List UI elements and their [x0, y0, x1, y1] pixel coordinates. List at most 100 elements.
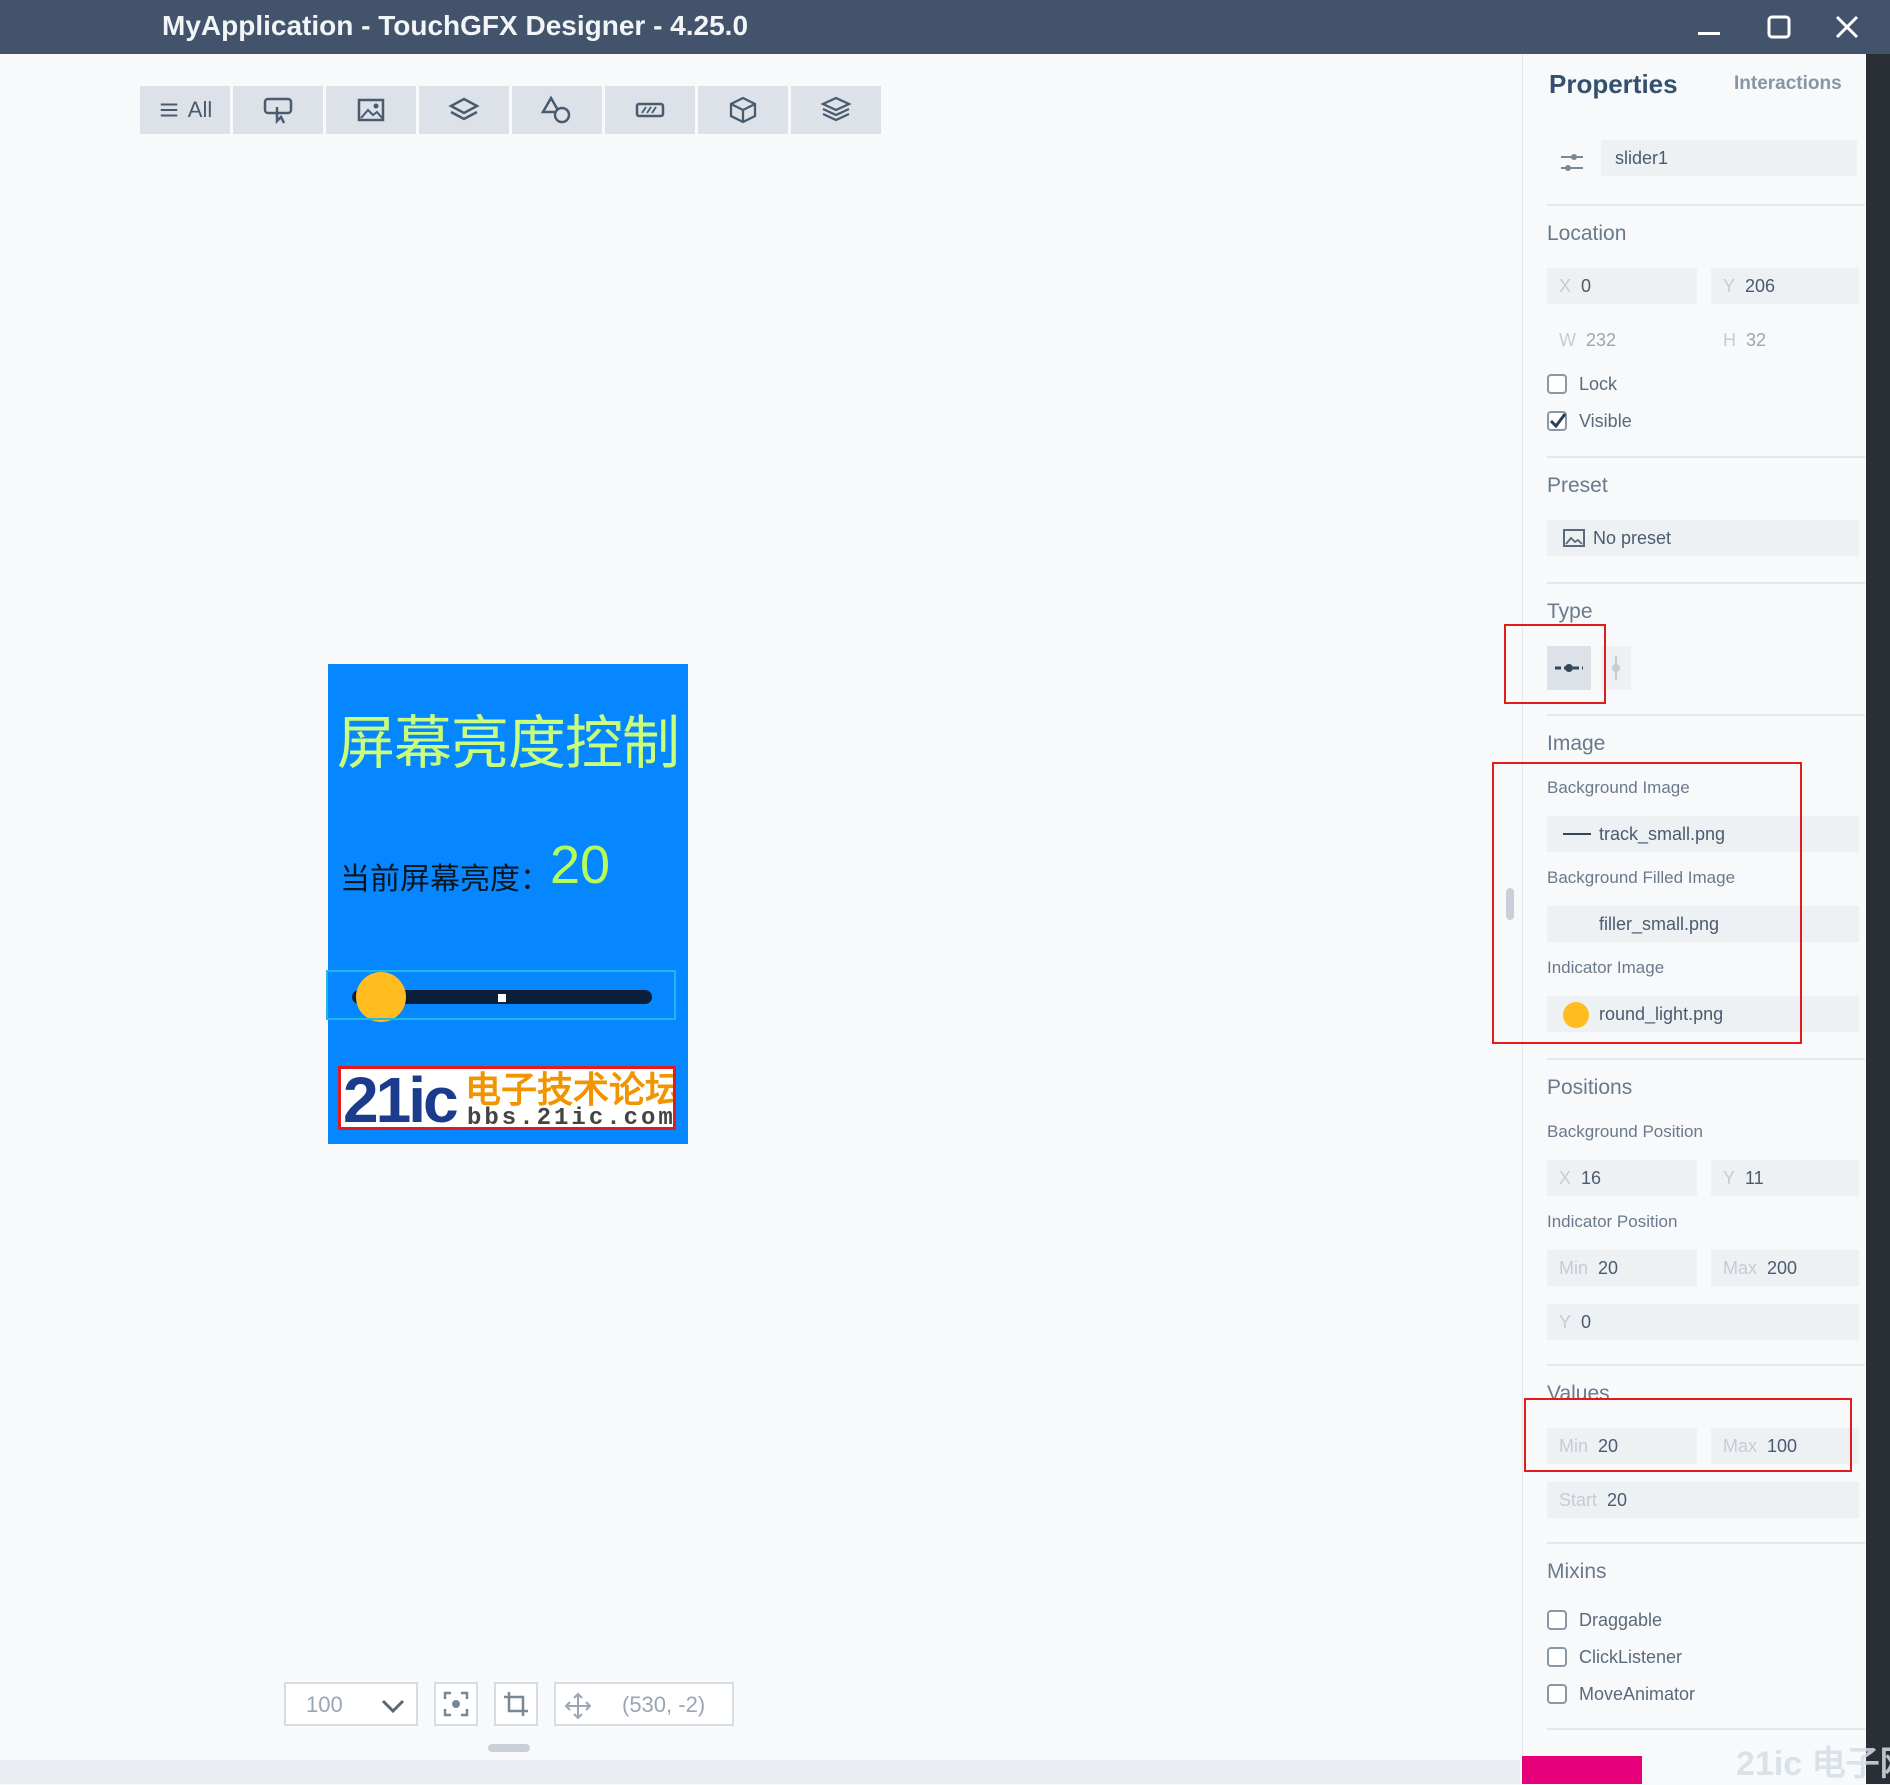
- clicklistener-label: ClickListener: [1579, 1647, 1683, 1667]
- chevron-down-icon: [381, 1699, 405, 1714]
- divider: [1547, 1364, 1865, 1366]
- y-label: Y: [1723, 276, 1736, 296]
- minimize-button[interactable]: [1692, 10, 1726, 44]
- ind-pos-max-field[interactable]: Max 200: [1711, 1250, 1859, 1286]
- widget-name-field[interactable]: slider1: [1601, 140, 1857, 176]
- cursor-coordinates: (530, -2): [554, 1682, 734, 1726]
- mixins-title: Mixins: [1547, 1560, 1607, 1583]
- indicator-position-label: Indicator Position: [1547, 1212, 1678, 1231]
- values-start-field[interactable]: Start 20: [1547, 1482, 1859, 1518]
- moveanimator-label: MoveAnimator: [1579, 1684, 1696, 1704]
- positions-title: Positions: [1547, 1076, 1633, 1099]
- focus-icon: [443, 1691, 469, 1717]
- location-h-field: H 32: [1711, 322, 1859, 358]
- y-value: 206: [1745, 276, 1776, 296]
- maximize-button[interactable]: [1762, 10, 1796, 44]
- annotation-box-values: [1524, 1398, 1852, 1472]
- zoom-select[interactable]: 100: [284, 1682, 418, 1726]
- moveanimator-checkbox[interactable]: [1547, 1684, 1567, 1704]
- x-label: X: [1559, 1168, 1572, 1188]
- bottom-strip: [0, 1760, 1520, 1784]
- location-y-field[interactable]: Y 206: [1711, 268, 1859, 304]
- widget-name-value: slider1: [1615, 148, 1669, 168]
- tab-interactions[interactable]: Interactions: [1734, 70, 1842, 98]
- location-x-field[interactable]: X0: [1547, 268, 1697, 304]
- divider: [1547, 1728, 1865, 1730]
- background-position-label: Background Position: [1547, 1122, 1703, 1141]
- bg-pos-x-field[interactable]: X 16: [1547, 1160, 1697, 1196]
- ind-pos-y-field[interactable]: Y0: [1547, 1304, 1859, 1340]
- slider-widget-icon: [1561, 154, 1583, 171]
- location-title: Location: [1547, 222, 1627, 245]
- y-label: Y: [1723, 1168, 1736, 1188]
- visible-label: Visible: [1579, 411, 1632, 431]
- check-icon: [1549, 413, 1567, 429]
- brightness-label: 当前屏幕亮度：: [340, 863, 550, 896]
- filter-containers-button[interactable]: [419, 86, 509, 134]
- image-icon: [357, 98, 385, 122]
- annotation-box-type: [1504, 624, 1606, 704]
- screen-heading: 屏幕亮度控制: [336, 711, 680, 776]
- run-button[interactable]: [1522, 1756, 1642, 1784]
- zoom-value: 100: [306, 1692, 343, 1717]
- logo-url-text: bbs.21ic.com: [467, 1105, 676, 1130]
- bottom-panel-handle[interactable]: [488, 1744, 530, 1752]
- fit-screen-button[interactable]: [434, 1682, 478, 1726]
- divider: [1547, 582, 1865, 584]
- draggable-checkbox[interactable]: [1547, 1610, 1567, 1630]
- preset-select[interactable]: No preset: [1547, 520, 1859, 556]
- image-icon: [1563, 529, 1585, 547]
- tab-properties[interactable]: Properties: [1549, 66, 1678, 102]
- slider-selection-box[interactable]: [326, 970, 676, 1020]
- filter-buttons-button[interactable]: [233, 86, 323, 134]
- filter-3d-button[interactable]: [698, 86, 788, 134]
- brightness-value: 20: [550, 835, 611, 895]
- divider: [1547, 1542, 1865, 1544]
- bg-pos-y-field[interactable]: Y 11: [1711, 1160, 1859, 1196]
- type-title: Type: [1547, 600, 1593, 623]
- w-value: 232: [1586, 330, 1617, 350]
- close-button[interactable]: [1830, 10, 1864, 44]
- clicklistener-checkbox[interactable]: [1547, 1647, 1567, 1667]
- bg-pos-x-value: 16: [1581, 1168, 1602, 1188]
- watermark: 21ic 电子网: [1736, 1745, 1890, 1783]
- divider: [1547, 456, 1865, 458]
- crop-button[interactable]: [494, 1682, 538, 1726]
- filter-images-button[interactable]: [326, 86, 416, 134]
- divider: [1547, 1058, 1865, 1060]
- filter-all-button[interactable]: All: [140, 86, 230, 134]
- w-label: W: [1559, 330, 1576, 350]
- lock-label: Lock: [1579, 374, 1618, 394]
- bg-pos-y-value: 11: [1745, 1168, 1764, 1188]
- annotation-box-image: [1492, 762, 1802, 1044]
- filter-shapes-button[interactable]: [512, 86, 602, 134]
- keyboard-icon: [635, 102, 665, 118]
- filter-misc-button[interactable]: [791, 86, 881, 134]
- device-screen[interactable]: 屏幕亮度控制 当前屏幕亮度： 20 21ic 电子技术论坛 bbs.21ic.c…: [326, 664, 688, 1144]
- crop-icon: [504, 1692, 528, 1716]
- values-start-value: 20: [1607, 1490, 1628, 1510]
- max-label: Max: [1723, 1258, 1758, 1278]
- visible-checkbox[interactable]: [1547, 411, 1567, 431]
- touch-icon: [263, 97, 293, 125]
- logo-21ic-text: 21ic: [343, 1066, 459, 1130]
- move-icon: [564, 1692, 592, 1720]
- filter-all-label: All: [187, 97, 213, 122]
- ind-pos-max-value: 200: [1767, 1258, 1798, 1278]
- forum-logo: 21ic 电子技术论坛 bbs.21ic.com: [338, 1066, 676, 1130]
- filter-controls-button[interactable]: [605, 86, 695, 134]
- x-value: 0: [1581, 276, 1592, 296]
- menu-icon: [160, 103, 178, 117]
- ind-pos-min-field[interactable]: Min 20: [1547, 1250, 1697, 1286]
- canvas-area[interactable]: All 屏幕亮度控制 当前屏幕亮度： 20 21ic 电子技术论坛 bbs.21…: [0, 54, 1520, 1760]
- x-label: X: [1559, 276, 1572, 296]
- h-label: H: [1723, 330, 1736, 350]
- preset-title: Preset: [1547, 474, 1608, 497]
- ind-pos-min-value: 20: [1598, 1258, 1619, 1278]
- window-title: MyApplication - TouchGFX Designer - 4.25…: [162, 10, 749, 41]
- lock-checkbox[interactable]: [1547, 374, 1567, 394]
- stack-icon: [820, 96, 852, 122]
- y-label: Y: [1559, 1312, 1572, 1332]
- divider: [1547, 204, 1865, 206]
- min-label: Min: [1559, 1258, 1589, 1278]
